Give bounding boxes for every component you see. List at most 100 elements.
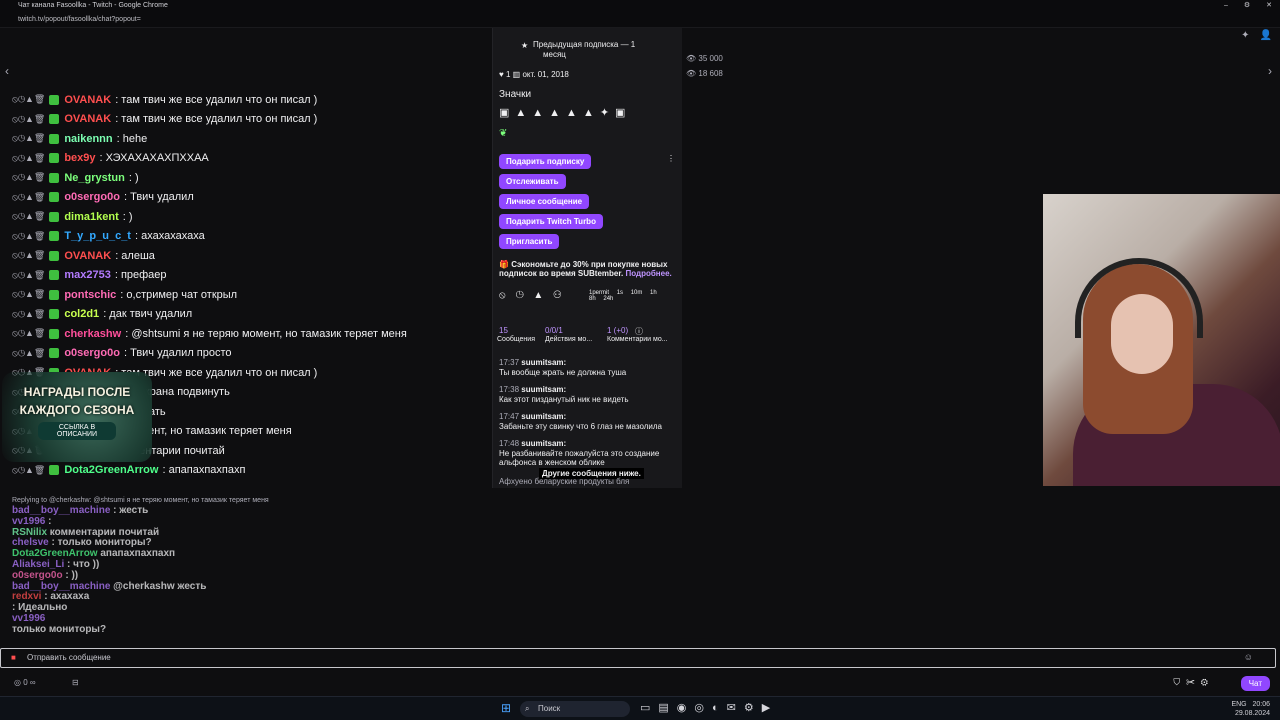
lock-icon[interactable]: ⊟: [72, 678, 79, 687]
chat-message-row[interactable]: ⦸◷▲🗑 max2753: префаер: [0, 266, 490, 286]
chat-username[interactable]: OVANAK: [64, 250, 111, 262]
chat-message-row[interactable]: ⦸◷▲🗑 OVANAK: алеша: [0, 246, 490, 266]
chat-username[interactable]: cherkashw: [64, 328, 121, 340]
emote-picker-icon[interactable]: ☺: [1244, 652, 1253, 662]
minimize-icon[interactable]: –: [1224, 0, 1228, 12]
settings-icon[interactable]: ⚙: [1244, 0, 1250, 12]
badge-list: ▣▲▲▲▲▲✦▣: [499, 107, 632, 119]
tab-comments-count[interactable]: 1 (+0): [607, 326, 628, 335]
mod-icons[interactable]: ⦸◷▲🗑: [12, 133, 45, 144]
language-indicator[interactable]: ENG: [1231, 701, 1246, 708]
tab-actions-count[interactable]: 0/0/1: [545, 326, 563, 335]
gift-turbo-button[interactable]: Подарить Twitch Turbo: [499, 214, 603, 229]
chat-input-placeholder: Отправить сообщение: [27, 653, 111, 662]
overlay-message: bad__boy__machine @cherkashw жесть: [12, 581, 206, 592]
chat-username[interactable]: dima1kent: [64, 211, 118, 223]
mod-icons[interactable]: ⦸◷▲🗑: [12, 328, 45, 339]
chat-username[interactable]: Dota2GreenArrow: [64, 464, 158, 476]
mod-icons[interactable]: ⦸◷▲🗑: [12, 465, 45, 476]
tab-messages-count[interactable]: 15: [499, 326, 508, 335]
mod-icons[interactable]: ⦸◷▲🗑: [12, 192, 45, 203]
tab-messages[interactable]: Сообщения: [497, 336, 535, 343]
chat-message-row[interactable]: ⦸◷▲🗑 o0sergo0o: Твич удалил просто: [0, 344, 490, 364]
search-icon: ⌕: [525, 704, 530, 713]
overlay-username: Dota2GreenArrow: [12, 548, 98, 560]
chat-username[interactable]: T_y_p_u_c_t: [64, 230, 131, 242]
mod-action-icons[interactable]: ⦸◷▲⚇: [499, 290, 571, 301]
chat-message-row[interactable]: ⦸◷▲🗑 OVANAK: там твич же все удалил что о…: [0, 110, 490, 130]
chat-message-row[interactable]: ⦸◷▲🗑 dima1kent: ): [0, 207, 490, 227]
chat-username[interactable]: bex9y: [64, 152, 95, 164]
history-user[interactable]: suumitsam:: [521, 439, 566, 448]
mod-icons[interactable]: ⦸◷▲🗑: [12, 348, 45, 359]
mod-icons[interactable]: ⦸◷▲🗑: [12, 270, 45, 281]
tab-comments[interactable]: Комментарии мо...: [607, 336, 668, 343]
taskbar-search[interactable]: ⌕ Поиск: [520, 701, 630, 717]
mod-icons[interactable]: ⦸◷▲🗑: [12, 94, 45, 105]
address-bar[interactable]: twitch.tv/popout/fasoollka/chat?popout=: [0, 12, 1280, 28]
chevron-left-icon[interactable]: ‹: [5, 64, 9, 78]
chat-username[interactable]: OVANAK: [64, 113, 111, 125]
timeout-options[interactable]: 1permit 1s 10m 1h 8h 24h: [589, 290, 669, 302]
chat-username[interactable]: o0sergo0o: [64, 347, 120, 359]
chat-message-row[interactable]: ⦸◷▲🗑 naikennn : hehe: [0, 129, 490, 149]
chat-message-row[interactable]: ⦸◷▲🗑 pontschic: о,стример чат открыл: [0, 285, 490, 305]
windows-start-icon[interactable]: ⊞: [501, 701, 511, 715]
window-titlebar: Чат канала Fasoollka - Twitch - Google C…: [0, 0, 1280, 12]
chat-username[interactable]: col2d1: [64, 308, 99, 320]
clock-time[interactable]: 20:06: [1252, 701, 1270, 708]
timeout-option[interactable]: 10m: [631, 290, 643, 296]
points-icon[interactable]: ◎ 0 ∞: [14, 678, 36, 687]
chat-message-row[interactable]: ⦸◷▲🗑 o0sergo0o: Твич удалил: [0, 188, 490, 208]
tab-actions[interactable]: Действия мо...: [545, 336, 592, 343]
more-options-icon[interactable]: ⋮: [667, 154, 675, 163]
timeout-option[interactable]: 24h: [603, 296, 613, 302]
chat-username[interactable]: o0sergo0o: [64, 191, 120, 203]
timeout-option[interactable]: 1h: [650, 290, 657, 296]
mod-icons[interactable]: ⦸◷▲🗑: [12, 172, 45, 183]
close-icon[interactable]: ✕: [1266, 0, 1272, 12]
taskbar-app-icons[interactable]: ▭▤◉◎◐✉⚙▶: [640, 701, 778, 714]
mod-icons[interactable]: ⦸◷▲🗑: [12, 309, 45, 320]
invite-button[interactable]: Пригласить: [499, 234, 560, 249]
chat-username[interactable]: pontschic: [64, 289, 116, 301]
overlay-text: :: [48, 515, 52, 527]
chat-username[interactable]: Ne_grystun: [64, 172, 125, 184]
chat-message-row[interactable]: ⦸◷▲🗑 bex9y: ХЭХАХАХАХПХХАА: [0, 149, 490, 169]
mod-icons[interactable]: ⦸◷▲🗑: [12, 231, 45, 242]
mod-icons[interactable]: ⦸◷▲🗑: [12, 211, 45, 222]
promo-link[interactable]: ССЫЛКА В ОПИСАНИИ: [38, 422, 116, 440]
badges-title: Значки: [499, 89, 532, 100]
chat-username[interactable]: max2753: [64, 269, 111, 281]
chat-username[interactable]: naikennn: [64, 133, 112, 145]
promo-banner[interactable]: НАГРАДЫ ПОСЛЕ КАЖДОГО СЕЗОНА ССЫЛКА В ОП…: [2, 372, 152, 462]
extension-icon[interactable]: ✦: [1241, 30, 1249, 41]
history-user[interactable]: suumitsam:: [521, 412, 566, 421]
timeout-option[interactable]: 8h: [589, 296, 596, 302]
history-user[interactable]: suumitsam:: [521, 358, 566, 367]
chat-message-row[interactable]: ⦸◷▲🗑 Ne_grystun: ): [0, 168, 490, 188]
chat-send-button[interactable]: Чат: [1240, 676, 1270, 691]
chat-message-row[interactable]: ⦸◷▲🗑 Dota2GreenArrow: апапахпахпахп: [0, 461, 490, 481]
whisper-button[interactable]: Личное сообщение: [499, 194, 590, 209]
chat-username[interactable]: OVANAK: [64, 94, 111, 106]
follow-button[interactable]: Отслеживать: [499, 174, 566, 189]
mod-icons[interactable]: ⦸◷▲🗑: [12, 153, 45, 164]
chat-message-row[interactable]: ⦸◷▲🗑 col2d1: дак твич удалил: [0, 305, 490, 325]
mod-icons[interactable]: ⦸◷▲🗑: [12, 114, 45, 125]
chat-message-text: : hehe: [116, 132, 148, 145]
chat-message-row[interactable]: ⦸◷▲🗑 OVANAK: там твич же все удалил что о…: [0, 90, 490, 110]
history-user[interactable]: suumitsam:: [521, 385, 566, 394]
user-icon[interactable]: 👤: [1260, 30, 1272, 41]
chat-tool-icons[interactable]: ⛉✂⚙: [1173, 677, 1214, 688]
mod-icons[interactable]: ⦸◷▲🗑: [12, 250, 45, 261]
chat-message-row[interactable]: ⦸◷▲🗑 cherkashw: @shtsumi я не теряю момен…: [0, 324, 490, 344]
chat-message-row[interactable]: ⦸◷▲🗑 T_y_p_u_c_t: ахахахахаха: [0, 227, 490, 247]
gift-sub-button[interactable]: Подарить подписку: [499, 154, 592, 169]
chat-input[interactable]: ■ Отправить сообщение ☺: [0, 648, 1276, 668]
user-badge: [49, 153, 60, 164]
timeout-option[interactable]: 1s: [617, 290, 623, 296]
chevron-right-icon[interactable]: ›: [1268, 64, 1272, 78]
mod-icons[interactable]: ⦸◷▲🗑: [12, 289, 45, 300]
promo-more-link[interactable]: Подробнее.: [625, 269, 671, 278]
